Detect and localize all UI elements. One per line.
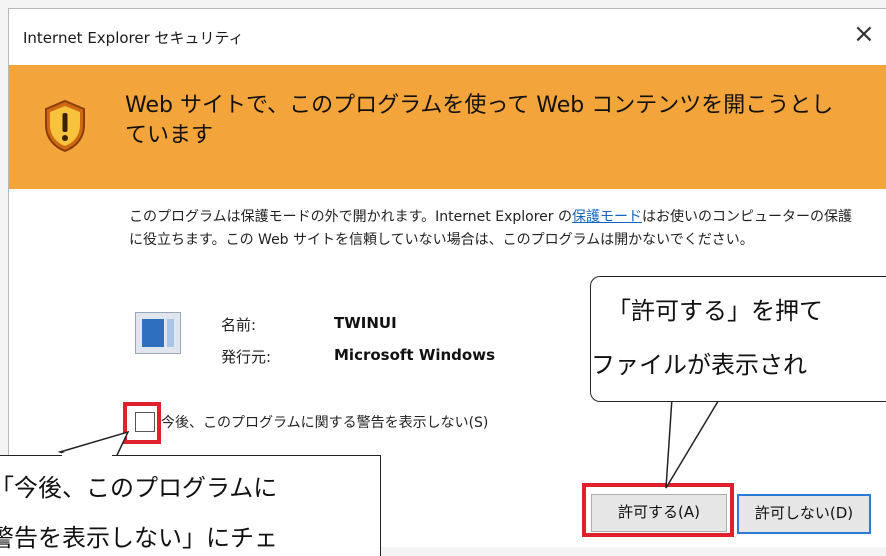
callout-left: 「今後、このプログラムに 警告を表示しない」にチェ	[0, 455, 381, 556]
callout-left-line1: 「今後、このプログラムに	[0, 474, 278, 502]
callout-right-line2: ファイルが表示され	[591, 351, 807, 379]
callout-left-line2: 警告を表示しない」にチェ	[0, 524, 278, 552]
callout-right-line1: 「許可する」を押て	[607, 297, 823, 325]
callout-right-seam	[672, 396, 719, 400]
callout-left-seam	[62, 453, 112, 457]
callout-right: 「許可する」を押て ファイルが表示され	[590, 276, 886, 402]
